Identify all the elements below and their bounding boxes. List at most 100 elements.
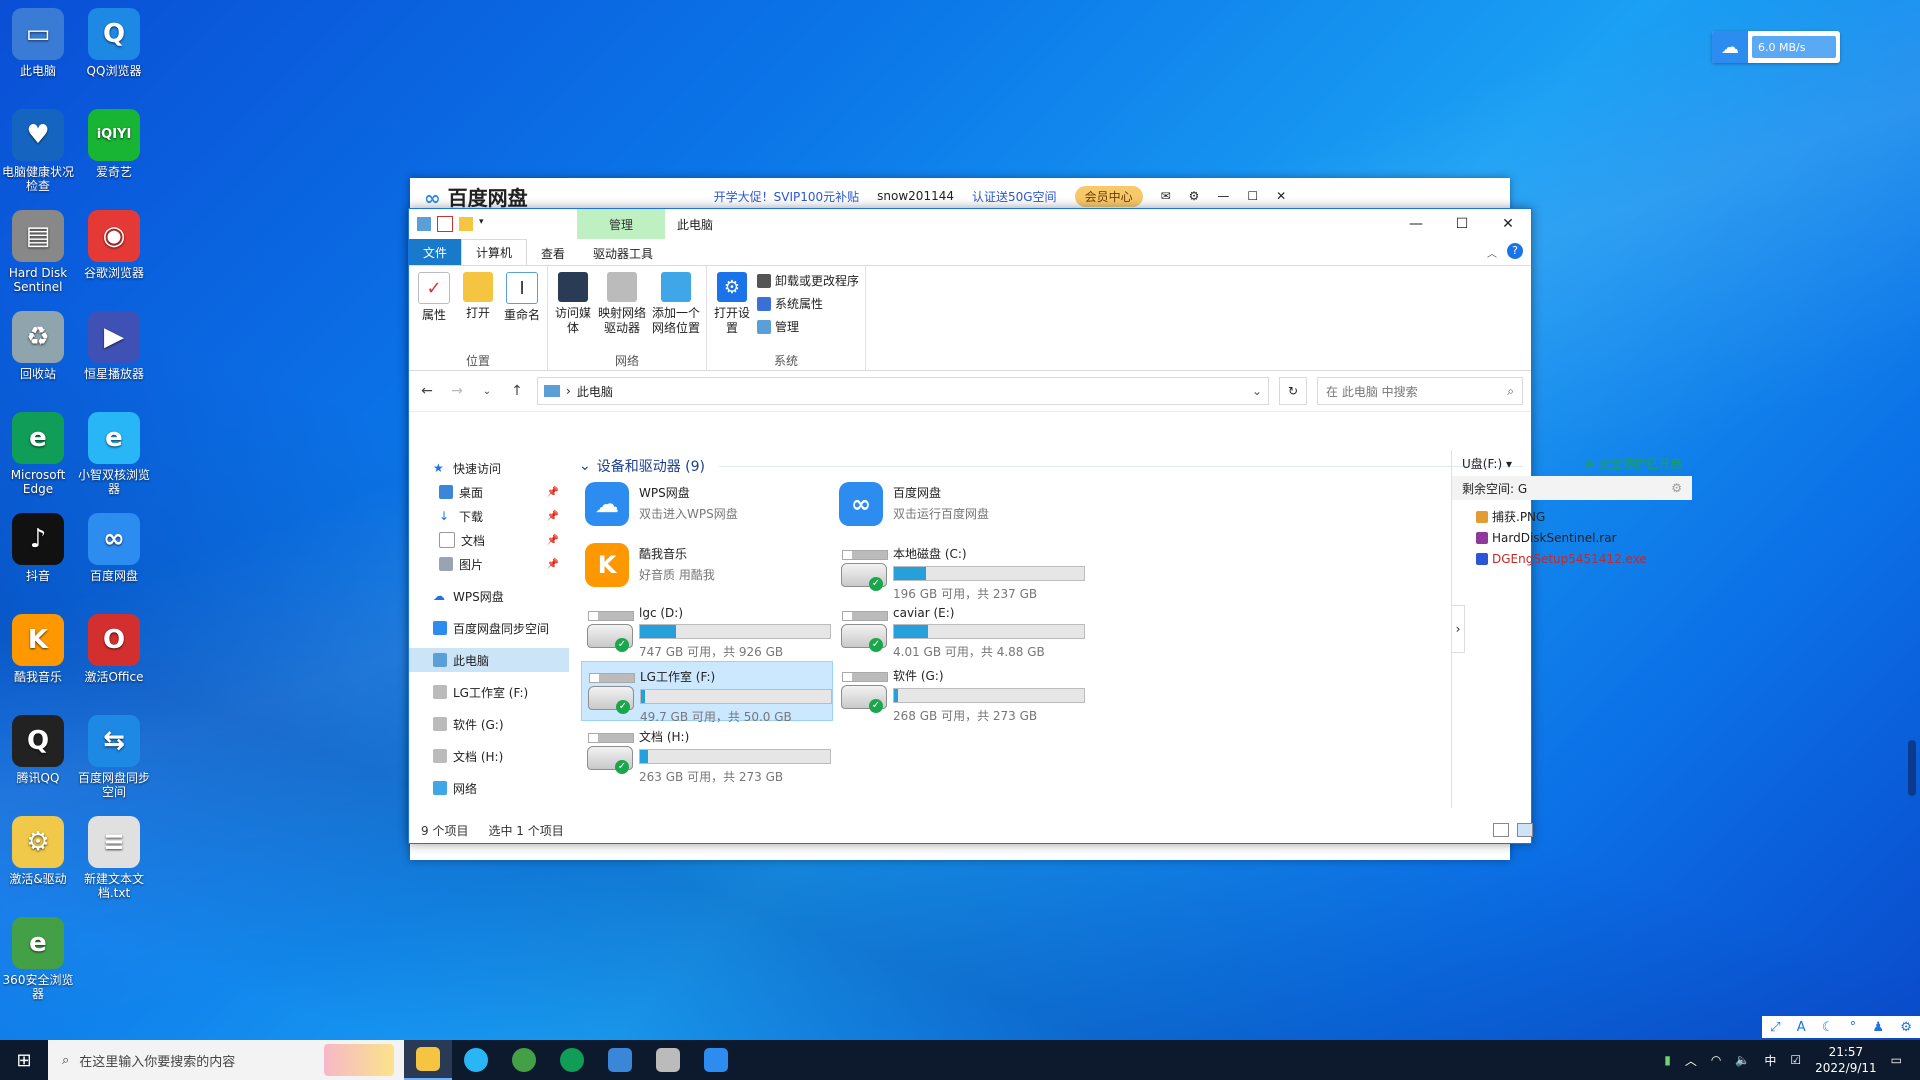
desktop-icon-11[interactable]: ∞ 百度网盘 xyxy=(76,513,152,583)
address-bar[interactable]: › 此电脑 ⌄ xyxy=(537,377,1269,405)
desktop-icon-15[interactable]: ⇆ 百度网盘同步空间 xyxy=(76,715,152,799)
desktop-icon-4[interactable]: ▤ Hard Disk Sentinel xyxy=(0,210,76,294)
mail-icon[interactable]: ✉ xyxy=(1161,189,1171,203)
nav-drive-h[interactable]: 文档 (H:) xyxy=(409,744,569,768)
drive-tile[interactable]: ✓ 文档 (H:) 263 GB 可用，共 273 GB xyxy=(581,722,831,784)
nav-desktop[interactable]: 桌面 📌 xyxy=(409,480,569,504)
nav-baidu-sync[interactable]: 百度网盘同步空间 xyxy=(409,616,569,640)
properties-button[interactable]: ✓ 属性 xyxy=(415,268,453,352)
safe-protect-status[interactable]: ⊕ 安全防护已开启 xyxy=(1584,455,1682,472)
desktop-icon-5[interactable]: ◉ 谷歌浏览器 xyxy=(76,210,152,280)
desktop-icon-8[interactable]: e Microsoft Edge xyxy=(0,412,76,496)
baidu-user[interactable]: snow201144 xyxy=(877,189,954,203)
vip-center-button[interactable]: 会员中心 xyxy=(1074,185,1143,207)
group-header[interactable]: ⌄ 设备和驱动器 (9) xyxy=(579,456,1523,476)
taskbar-store[interactable] xyxy=(596,1040,644,1080)
desktop-icon-12[interactable]: K 酷我音乐 xyxy=(0,614,76,684)
drive-tile[interactable]: ∞ 百度网盘 双击运行百度网盘 xyxy=(835,478,1085,536)
ime-moon-icon[interactable]: ☾ xyxy=(1822,1020,1834,1035)
desktop-icon-7[interactable]: ▶ 恒星播放器 xyxy=(76,311,152,381)
help-icon[interactable]: ? xyxy=(1507,243,1523,259)
maximize-icon[interactable]: ☐ xyxy=(1247,189,1258,203)
tab-file[interactable]: 文件 xyxy=(409,239,462,265)
ime-gear-icon[interactable]: ⚙ xyxy=(1900,1020,1912,1035)
nav-drive-f[interactable]: LG工作室 (F:) xyxy=(409,680,569,704)
drive-tile[interactable]: ☁ WPS网盘 双击进入WPS网盘 xyxy=(581,478,831,536)
desktop-icon-2[interactable]: ♥ 电脑健康状况检查 xyxy=(0,109,76,193)
ime-toolbar[interactable]: ⤢ A ☾ ° ♟ ⚙ xyxy=(1762,1016,1920,1038)
desktop-icon-9[interactable]: e 小智双核浏览器 xyxy=(76,412,152,496)
map-network-drive-button[interactable]: 映射网络驱动器 xyxy=(598,268,646,352)
desktop-icon-0[interactable]: ▭ 此电脑 xyxy=(0,8,76,78)
notification-icon[interactable]: ▭ xyxy=(1891,1053,1902,1067)
desktop-icon-1[interactable]: Q QQ浏览器 xyxy=(76,8,152,78)
up-button[interactable]: ↑ xyxy=(507,383,527,399)
file-explorer-window[interactable]: ▾ 管理 此电脑 — ☐ ✕ 文件 计算机 查看 驱动器工具 ︿ ? ✓ 属性 … xyxy=(408,208,1692,844)
chevron-down-icon[interactable]: ▾ xyxy=(479,217,487,231)
side-drive-select[interactable]: U盘(F:) ▾ xyxy=(1462,455,1512,472)
side-scroll-indicator[interactable] xyxy=(1908,740,1916,796)
start-button[interactable]: ⊞ xyxy=(0,1040,48,1080)
gear-icon[interactable]: ⚙ xyxy=(1671,481,1682,495)
search-input[interactable]: 在 此电脑 中搜索 ⌕ xyxy=(1317,377,1523,405)
side-file-item[interactable]: 捕获.PNG xyxy=(1452,506,1692,527)
minimize-icon[interactable]: — xyxy=(1217,189,1229,203)
taskbar-edge[interactable] xyxy=(548,1040,596,1080)
battery-icon[interactable]: ▮ xyxy=(1664,1053,1671,1067)
refresh-button[interactable]: ↻ xyxy=(1279,377,1307,405)
nav-network[interactable]: 网络 xyxy=(409,776,569,800)
taskbar-hds[interactable] xyxy=(644,1040,692,1080)
taskbar-explorer[interactable] xyxy=(404,1040,452,1080)
nav-quick-access[interactable]: ★ 快速访问 xyxy=(409,456,569,480)
nav-this-pc[interactable]: 此电脑 xyxy=(409,648,569,672)
side-file-item[interactable]: DGEngSetup5451412.exe xyxy=(1452,548,1692,569)
new-folder-icon[interactable] xyxy=(459,217,473,231)
back-button[interactable]: ← xyxy=(417,383,437,399)
action-icon[interactable]: ☑ xyxy=(1790,1053,1801,1067)
drive-tile[interactable]: ✓ 本地磁盘 (C:) 196 GB 可用，共 237 GB xyxy=(835,539,1085,601)
side-file-item[interactable]: HardDiskSentinel.rar xyxy=(1452,527,1692,548)
ime-dots-icon[interactable]: ° xyxy=(1850,1020,1857,1035)
chevron-down-icon[interactable]: ⌄ xyxy=(1252,384,1262,398)
title-bar[interactable]: ▾ 管理 此电脑 — ☐ ✕ xyxy=(409,209,1531,239)
forward-button[interactable]: → xyxy=(447,383,467,399)
nav-downloads[interactable]: ↓ 下载 📌 xyxy=(409,504,569,528)
manage-button[interactable]: 管理 xyxy=(757,318,859,335)
desktop-icon-6[interactable]: ♻ 回收站 xyxy=(0,311,76,381)
desktop-icon-17[interactable]: ≡ 新建文本文档.txt xyxy=(76,816,152,900)
add-network-location-button[interactable]: 添加一个网络位置 xyxy=(652,268,700,352)
desktop-icon-13[interactable]: O 激活Office xyxy=(76,614,152,684)
nav-documents[interactable]: 文档 📌 xyxy=(409,528,569,552)
open-button[interactable]: 打开 xyxy=(459,268,497,352)
minimize-button[interactable]: — xyxy=(1393,209,1439,239)
desktop-icon-16[interactable]: ⚙ 激活&驱动 xyxy=(0,816,76,886)
baidu-promo[interactable]: 开学大促！SVIP100元补贴 xyxy=(714,188,860,205)
desktop-icon-14[interactable]: Q 腾讯QQ xyxy=(0,715,76,785)
nav-pictures[interactable]: 图片 📌 xyxy=(409,552,569,576)
uninstall-program-button[interactable]: 卸载或更改程序 xyxy=(757,272,859,289)
tab-computer[interactable]: 计算机 xyxy=(461,239,528,265)
details-view-icon[interactable] xyxy=(1493,823,1509,837)
open-settings-button[interactable]: ⚙ 打开设置 xyxy=(713,268,751,352)
chevron-up-icon[interactable]: ︿ xyxy=(1685,1052,1697,1069)
ime-indicator[interactable]: 中 xyxy=(1764,1052,1776,1069)
collapse-ribbon-icon[interactable]: ︿ xyxy=(1487,245,1497,260)
taskbar-search[interactable]: ⌕ 在这里输入你要搜索的内容 xyxy=(48,1040,404,1080)
net-speed-widget[interactable]: ☁ 6.0 MB/s xyxy=(1712,31,1840,63)
rename-button[interactable]: I 重命名 xyxy=(503,268,541,352)
tiles-view-icon[interactable] xyxy=(1517,823,1533,837)
nav-wps[interactable]: ☁ WPS网盘 xyxy=(409,584,569,608)
drive-tile[interactable]: ✓ caviar (E:) 4.01 GB 可用，共 4.88 GB xyxy=(835,600,1085,659)
tab-view[interactable]: 查看 xyxy=(527,241,579,265)
close-icon[interactable]: ✕ xyxy=(1276,189,1286,203)
tab-drive-tools[interactable]: 驱动器工具 xyxy=(579,241,667,265)
system-properties-button[interactable]: 系统属性 xyxy=(757,295,859,312)
computer-icon[interactable] xyxy=(417,217,431,231)
wifi-icon[interactable]: ◠ xyxy=(1711,1053,1721,1067)
maximize-button[interactable]: ☐ xyxy=(1439,209,1485,239)
recent-chevron-icon[interactable]: ⌄ xyxy=(477,386,497,397)
clock[interactable]: 21:57 2022/9/11 xyxy=(1815,1044,1877,1076)
drive-tile[interactable]: ✓ lgc (D:) 747 GB 可用，共 926 GB xyxy=(581,600,831,659)
desktop-icon-18[interactable]: e 360安全浏览器 xyxy=(0,917,76,1001)
drive-tile[interactable]: ✓ LG工作室 (F:) 49.7 GB 可用，共 50.0 GB xyxy=(581,661,833,724)
